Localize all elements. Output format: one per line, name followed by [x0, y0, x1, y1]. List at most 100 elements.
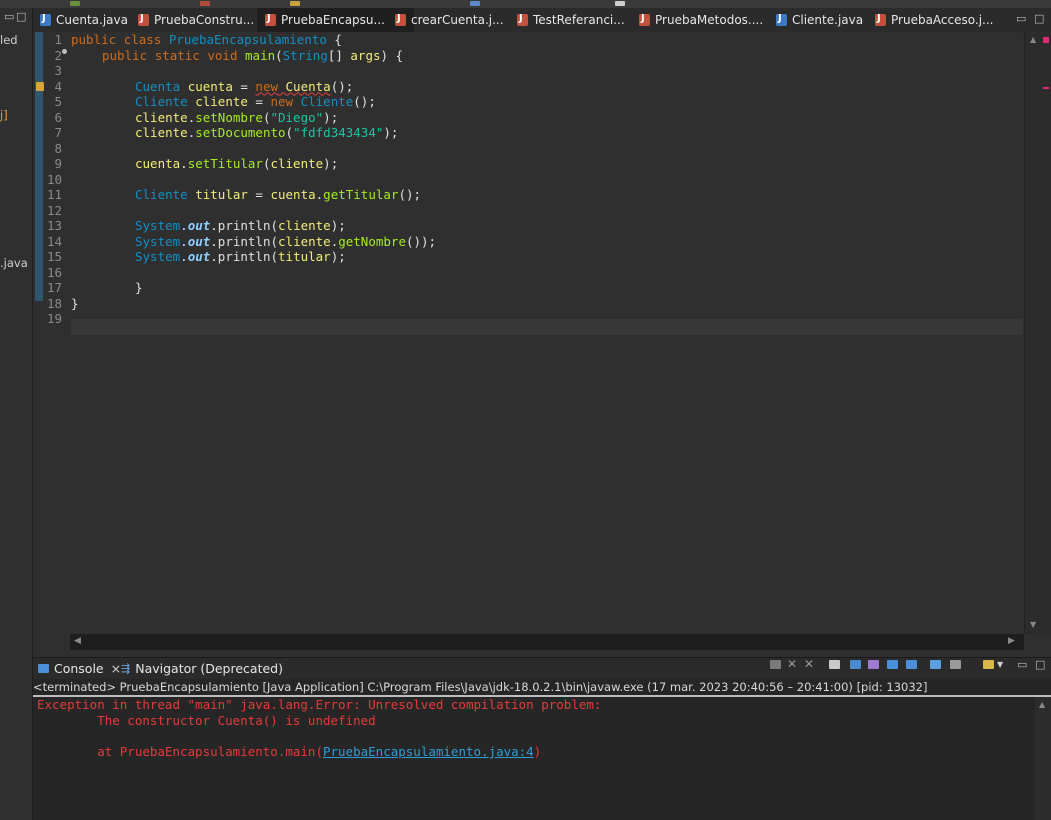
token: ( — [285, 125, 294, 140]
java-runnable-icon — [875, 13, 886, 26]
minimize-icon[interactable]: ▭ — [1017, 658, 1027, 671]
explorer-item-fragment[interactable]: led — [0, 33, 18, 47]
error-marker[interactable] — [1043, 87, 1049, 89]
console-output[interactable]: Exception in thread "main" java.lang.Err… — [33, 697, 1035, 820]
minimize-icon[interactable]: ▭ — [4, 10, 14, 23]
token: println — [217, 233, 271, 249]
show-stderr-icon[interactable] — [906, 660, 917, 669]
editor-horizontal-scrollbar[interactable]: ◀ ▶ — [70, 634, 1024, 650]
token: void — [207, 47, 238, 63]
maximize-icon[interactable]: □ — [1034, 12, 1044, 25]
token: cliente — [278, 233, 331, 249]
code-line-14: System.out.println(cliente.getNombre()); — [135, 234, 436, 250]
error-quickfix-icon[interactable] — [36, 82, 44, 91]
token: (); — [398, 187, 422, 202]
tab-label: Cliente.java — [792, 13, 864, 27]
scroll-up-icon[interactable]: ▲ — [1039, 700, 1045, 709]
code-line-7: cliente.setDocumento("fdfd343434"); — [135, 125, 398, 141]
open-console-icon[interactable] — [983, 660, 994, 669]
display-console-icon[interactable] — [950, 660, 961, 669]
minimize-icon[interactable]: ▭ — [1016, 12, 1026, 25]
scroll-left-icon[interactable]: ◀ — [74, 636, 81, 646]
fold-marker-icon[interactable] — [62, 49, 67, 54]
remove-launch-icon[interactable]: ✕ — [787, 657, 797, 671]
token: Cliente — [300, 94, 354, 109]
line-number: 12 — [46, 202, 62, 218]
toolbar-perspective-icon[interactable] — [615, 1, 625, 6]
token: main — [245, 47, 276, 63]
token: "fdfd343434" — [293, 125, 384, 140]
token: ( — [270, 233, 279, 249]
code-line-2: public static void main(String[] args) { — [102, 48, 403, 64]
console-vertical-scrollbar[interactable]: ▲ — [1035, 697, 1051, 820]
token: String — [282, 47, 328, 63]
scroll-lock-icon[interactable] — [850, 660, 861, 669]
scroll-up-icon[interactable]: ▲ — [1030, 35, 1036, 44]
token: PruebaEncapsulamiento — [168, 32, 327, 47]
pin-console-icon[interactable] — [930, 660, 941, 669]
token: setNombre — [195, 109, 263, 125]
toolbar-debug-icon[interactable] — [200, 1, 210, 6]
tab-navigator[interactable]: ⇶ Navigator (Deprecated) — [121, 661, 283, 676]
tab-prueba-acceso[interactable]: PruebaAcceso.j... — [875, 8, 993, 32]
token: [] — [327, 47, 351, 63]
tab-test-referencia[interactable]: TestReferanci... — [517, 8, 625, 32]
maximize-icon[interactable]: □ — [1035, 658, 1045, 671]
code-line-11: Cliente titular = cuenta.getTitular(); — [135, 187, 421, 203]
toolbar-new-icon[interactable] — [290, 1, 300, 6]
maximize-icon[interactable]: □ — [16, 10, 26, 23]
token: ); — [383, 125, 399, 140]
token: = — [247, 187, 271, 202]
tab-prueba-constructor[interactable]: PruebaConstru... — [138, 8, 254, 32]
toolbar-run-icon[interactable] — [70, 1, 80, 6]
editor-vertical-scrollbar[interactable]: ▲ ▼ — [1024, 32, 1043, 634]
token: class — [123, 32, 162, 47]
tab-prueba-encapsulamiento[interactable]: PruebaEncapsu... ✕ — [257, 8, 415, 32]
token: cuenta — [270, 187, 316, 202]
word-wrap-icon[interactable] — [868, 660, 879, 669]
tab-cuenta-java[interactable]: Cuenta.java — [40, 8, 128, 32]
close-icon[interactable]: × — [111, 661, 121, 676]
line-number: 9 — [54, 156, 62, 171]
java-runnable-icon — [395, 13, 406, 26]
line-number: 15 — [46, 249, 62, 264]
chevron-down-icon[interactable]: ▼ — [997, 660, 1003, 669]
show-stdout-icon[interactable] — [887, 660, 898, 669]
overview-ruler[interactable] — [1042, 32, 1051, 634]
token: println — [217, 218, 271, 233]
package-explorer-fragment: ▭ □ led j] .java — [0, 8, 33, 820]
token: out — [187, 249, 211, 264]
token: . — [180, 249, 188, 264]
tab-cliente-java[interactable]: Cliente.java — [776, 8, 863, 32]
line-number: 1 — [54, 32, 62, 47]
error-summary-icon[interactable] — [1043, 37, 1049, 43]
toolbar-search-icon[interactable] — [470, 1, 480, 6]
tab-prueba-metodos[interactable]: PruebaMetodos.... — [639, 8, 763, 32]
token: . — [180, 233, 188, 249]
token: Cliente — [135, 187, 188, 202]
line-number: 19 — [46, 311, 62, 326]
java-runnable-icon — [265, 13, 276, 26]
token: Cuenta — [135, 78, 181, 94]
clear-console-icon[interactable] — [829, 660, 840, 669]
stacktrace-link[interactable]: PruebaEncapsulamiento.java:4 — [323, 744, 534, 759]
token: ()); — [405, 233, 437, 249]
current-line-highlight — [71, 319, 1023, 335]
line-number: 18 — [46, 295, 62, 311]
token: new — [270, 94, 294, 109]
token: . — [180, 218, 188, 233]
terminate-icon[interactable] — [770, 660, 781, 669]
tab-crear-cuenta[interactable]: crearCuenta.j... — [395, 8, 504, 32]
explorer-item-fragment[interactable]: .java — [0, 256, 28, 270]
line-number: 13 — [46, 218, 62, 233]
token: cliente — [278, 218, 331, 233]
line-number: 11 — [46, 187, 62, 202]
scroll-right-icon[interactable]: ▶ — [1008, 636, 1015, 646]
scroll-down-icon[interactable]: ▼ — [1030, 620, 1036, 629]
explorer-item-fragment[interactable]: j] — [0, 108, 8, 122]
remove-all-icon[interactable]: ✕ — [804, 657, 814, 671]
line-number: 17 — [46, 280, 62, 295]
tab-console[interactable]: Console × — [38, 661, 121, 676]
console-icon — [38, 664, 49, 673]
